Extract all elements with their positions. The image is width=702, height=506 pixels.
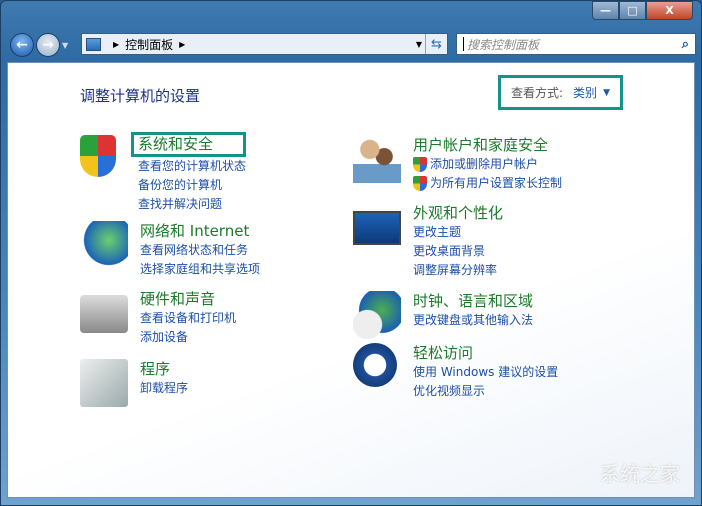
link[interactable]: 卸载程序 xyxy=(140,379,188,398)
category-title[interactable]: 用户帐户和家庭安全 xyxy=(413,135,562,155)
page-title: 调整计算机的设置 xyxy=(80,87,201,105)
category-title[interactable]: 外观和个性化 xyxy=(413,203,503,223)
category-title[interactable]: 程序 xyxy=(140,359,188,379)
link[interactable]: 查找并解决问题 xyxy=(138,195,246,214)
link[interactable]: 更改主题 xyxy=(413,223,503,242)
content-area: 调整计算机的设置 查看方式: 类别 ▼ 系统和安全 查看您的计算机状态 备份您的… xyxy=(7,62,695,498)
link[interactable]: 备份您的计算机 xyxy=(138,176,246,195)
category-hardware-sound: 硬件和声音 查看设备和打印机 添加设备 xyxy=(80,289,236,347)
uac-shield-icon xyxy=(413,157,427,172)
view-by-value[interactable]: 类别 xyxy=(573,84,597,101)
link[interactable]: 更改桌面背景 xyxy=(413,242,503,261)
breadcrumb-arrow-icon[interactable]: ▶ xyxy=(179,40,185,49)
programs-box-icon[interactable] xyxy=(80,359,128,407)
link[interactable]: 更改键盘或其他输入法 xyxy=(413,311,533,330)
link[interactable]: 查看设备和打印机 xyxy=(140,309,236,328)
breadcrumb-arrow-icon[interactable]: ▶ xyxy=(113,40,119,49)
link[interactable]: 查看网络状态和任务 xyxy=(140,241,260,260)
category-ease-of-access: 轻松访问 使用 Windows 建议的设置 优化视频显示 xyxy=(353,343,558,401)
network-globe-icon[interactable] xyxy=(80,221,128,269)
link[interactable]: 添加或删除用户帐户 xyxy=(413,155,562,174)
recent-pages-dropdown[interactable]: ▼ xyxy=(62,41,68,50)
link[interactable]: 使用 Windows 建议的设置 xyxy=(413,363,558,382)
shield-icon[interactable] xyxy=(80,135,116,177)
link[interactable]: 优化视频显示 xyxy=(413,382,558,401)
category-clock-language: 时钟、语言和区域 更改键盘或其他输入法 xyxy=(353,291,533,339)
category-title[interactable]: 网络和 Internet xyxy=(140,221,260,241)
printer-icon[interactable] xyxy=(80,295,128,333)
category-appearance: 外观和个性化 更改主题 更改桌面背景 调整屏幕分辨率 xyxy=(353,203,503,280)
monitor-palette-icon[interactable] xyxy=(353,211,401,245)
chevron-down-icon[interactable]: ▼ xyxy=(603,88,610,98)
control-panel-window: — □ X ← → ▼ ▶ 控制面板 ▶ ▼ ⇆ 搜索控制面板 ⌕ 调整计算机的… xyxy=(0,0,702,506)
back-button[interactable]: ← xyxy=(10,33,34,57)
category-title[interactable]: 轻松访问 xyxy=(413,343,558,363)
category-user-accounts: 用户帐户和家庭安全 添加或删除用户帐户 为所有用户设置家长控制 xyxy=(353,135,562,193)
ease-of-access-icon[interactable] xyxy=(353,343,397,387)
link[interactable]: 添加设备 xyxy=(140,328,236,347)
search-icon[interactable]: ⌕ xyxy=(682,37,689,52)
search-placeholder: 搜索控制面板 xyxy=(467,37,540,52)
close-button[interactable]: X xyxy=(646,1,693,20)
link[interactable]: 选择家庭组和共享选项 xyxy=(140,260,260,279)
category-title[interactable]: 系统和安全 xyxy=(131,132,247,157)
view-by-label: 查看方式: xyxy=(511,86,564,100)
users-icon[interactable] xyxy=(353,135,401,183)
refresh-button[interactable]: ⇆ xyxy=(425,34,447,54)
navigation-buttons: ← → ▼ xyxy=(10,33,68,57)
view-by-selector[interactable]: 查看方式: 类别 ▼ xyxy=(498,75,623,110)
maximize-button[interactable]: □ xyxy=(619,1,646,20)
link[interactable]: 调整屏幕分辨率 xyxy=(413,261,503,280)
search-input[interactable]: 搜索控制面板 ⌕ xyxy=(456,33,696,55)
link[interactable]: 查看您的计算机状态 xyxy=(138,157,246,176)
category-system-security: 系统和安全 查看您的计算机状态 备份您的计算机 查找并解决问题 xyxy=(80,132,247,214)
link[interactable]: 为所有用户设置家长控制 xyxy=(413,174,562,193)
watermark: 系统之家 xyxy=(600,462,680,486)
clock-globe-icon[interactable] xyxy=(353,291,401,339)
category-title[interactable]: 时钟、语言和区域 xyxy=(413,291,533,311)
category-network: 网络和 Internet 查看网络状态和任务 选择家庭组和共享选项 xyxy=(80,221,260,279)
forward-button[interactable]: → xyxy=(36,33,60,57)
category-title[interactable]: 硬件和声音 xyxy=(140,289,236,309)
address-bar[interactable]: ▶ 控制面板 ▶ ▼ ⇆ xyxy=(81,33,448,55)
caption-buttons: — □ X xyxy=(592,1,693,20)
uac-shield-icon xyxy=(413,176,427,191)
minimize-button[interactable]: — xyxy=(592,1,619,20)
address-dropdown-icon[interactable]: ▼ xyxy=(416,40,422,49)
category-programs: 程序 卸载程序 xyxy=(80,359,188,407)
breadcrumb-control-panel[interactable]: 控制面板 xyxy=(125,36,173,53)
control-panel-icon xyxy=(86,37,101,51)
